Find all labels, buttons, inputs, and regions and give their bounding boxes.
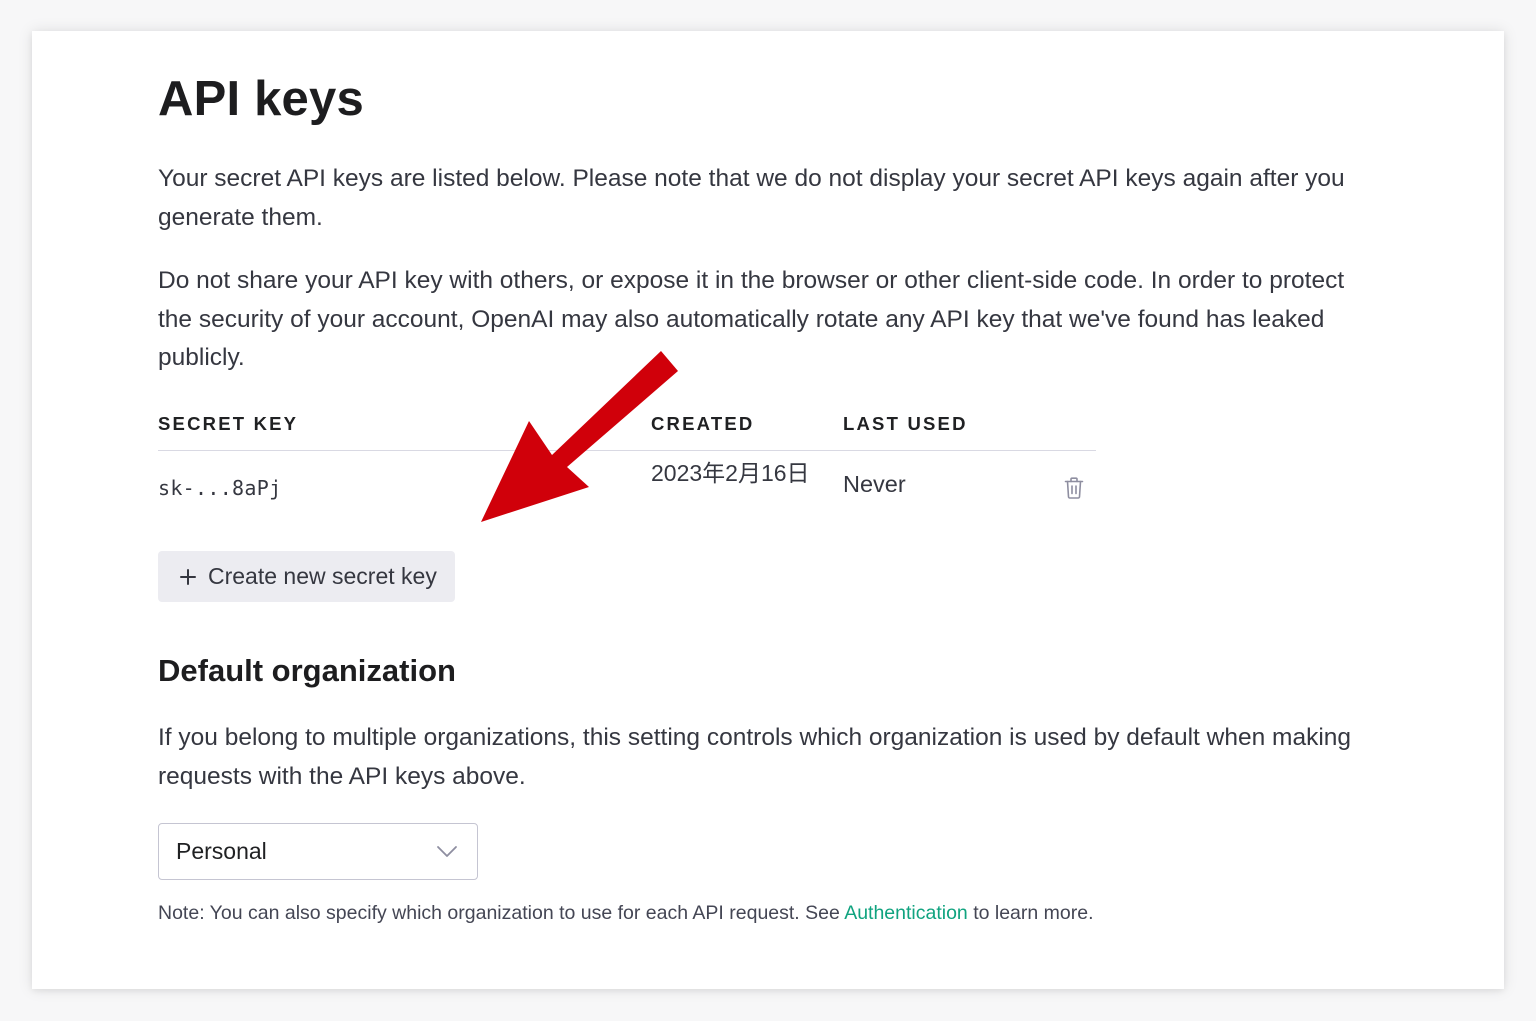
default-organization-title: Default organization: [158, 653, 456, 688]
delete-key-button[interactable]: [1063, 476, 1085, 500]
column-header-created: CREATED: [651, 413, 755, 434]
table-divider: [158, 450, 1096, 451]
last-used-value: Never: [843, 471, 906, 497]
chevron-down-icon: [437, 846, 457, 857]
note-text-after: to learn more.: [967, 902, 1094, 924]
organization-select-value: Personal: [176, 838, 267, 864]
intro-paragraph: Your secret API keys are listed below. P…: [158, 165, 1345, 231]
authentication-link[interactable]: Authentication: [844, 902, 968, 924]
column-header-secret-key: SECRET KEY: [158, 413, 299, 434]
trash-icon: [1064, 477, 1084, 499]
organization-select[interactable]: Personal: [158, 823, 478, 880]
secret-key-value: sk-...8aPj: [158, 476, 282, 500]
page-title: API keys: [158, 72, 364, 126]
security-warning-paragraph: Do not share your API key with others, o…: [158, 267, 1345, 371]
plus-icon: [180, 568, 196, 585]
create-new-secret-key-button[interactable]: Create new secret key: [158, 551, 455, 602]
organization-note: Note: You can also specify which organiz…: [158, 902, 1094, 925]
default-organization-description: If you belong to multiple organizations,…: [158, 724, 1352, 790]
note-text-before: Note: You can also specify which organiz…: [158, 902, 845, 924]
created-date: 2023年2月16日: [651, 460, 810, 486]
create-button-label: Create new secret key: [208, 563, 437, 589]
column-header-last-used: LAST USED: [843, 413, 968, 434]
api-keys-card: API keys Your secret API keys are listed…: [32, 31, 1504, 989]
